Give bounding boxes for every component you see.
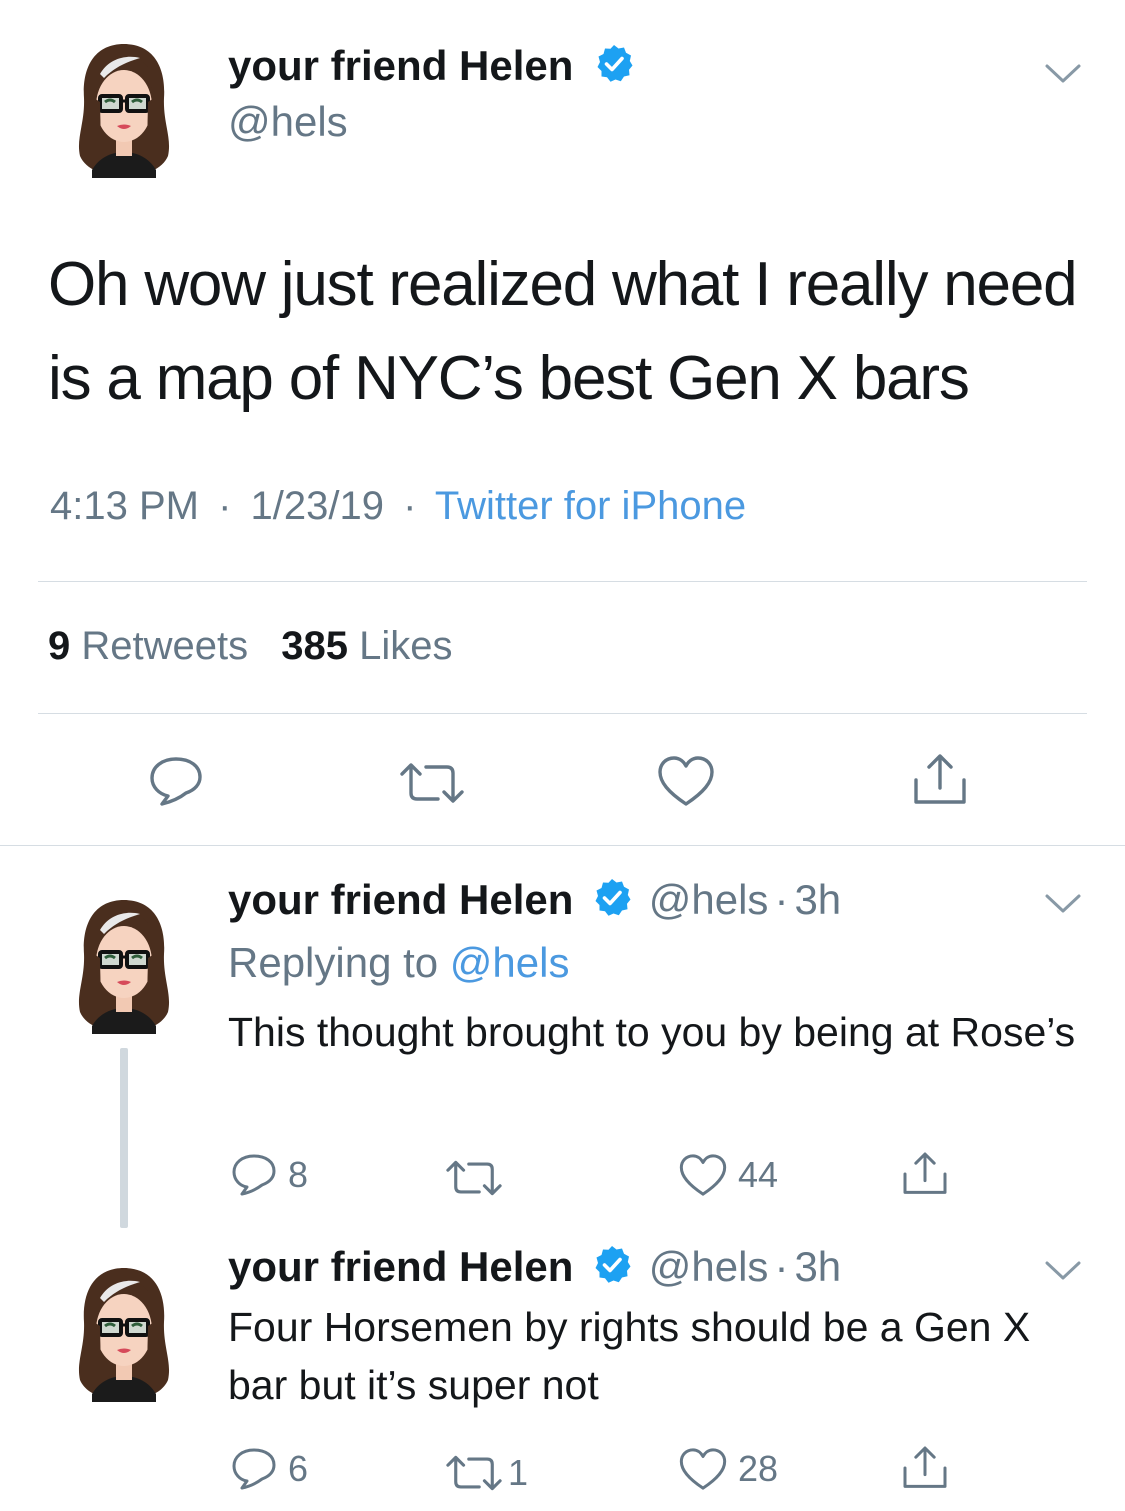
tweet-time: 4:13 PM [50, 484, 199, 528]
retweet-icon [446, 1160, 502, 1196]
heart-icon [658, 756, 714, 806]
author-name[interactable]: your friend Helen [228, 876, 573, 923]
tweet-text: Oh wow just realized what I really need … [48, 250, 1078, 413]
retweet-button[interactable]: 1 [444, 1452, 528, 1494]
author-handle[interactable]: @hels [228, 98, 348, 146]
avatar[interactable] [70, 38, 178, 178]
chevron-down-icon[interactable] [1043, 1259, 1083, 1288]
tweet-text: This thought brought to you by being at … [228, 1009, 1076, 1055]
retweets-label: Retweets [81, 624, 249, 668]
meta-separator: · [218, 484, 232, 528]
replying-prefix: Replying to [228, 939, 439, 986]
tweet-stats: 9 Retweets 385 Likes [48, 624, 453, 669]
reply-header: your friend Helen @hels · 3h [228, 1243, 841, 1296]
replying-to: Replying to @hels [228, 939, 569, 987]
reply-button[interactable]: 6 [230, 1446, 308, 1492]
meta-separator: · [774, 1243, 789, 1290]
verified-badge-icon [591, 1244, 633, 1296]
heart-icon [679, 1448, 727, 1490]
heart-icon [679, 1154, 727, 1196]
verified-badge-icon [593, 43, 635, 95]
verified-badge-icon [591, 877, 633, 929]
like-button[interactable]: 28 [678, 1446, 778, 1492]
divider [38, 713, 1087, 714]
tweet-time[interactable]: 3h [794, 1243, 841, 1290]
replying-handle-link[interactable]: @hels [450, 939, 570, 986]
author-name[interactable]: your friend Helen [228, 42, 635, 95]
author-name-text[interactable]: your friend Helen [228, 42, 573, 89]
chevron-down-icon[interactable] [1043, 62, 1083, 91]
retweet-count: 1 [508, 1452, 529, 1493]
share-button[interactable] [900, 1150, 950, 1198]
reply-count: 8 [288, 1154, 309, 1195]
share-button[interactable] [910, 752, 970, 808]
retweet-button[interactable] [444, 1158, 514, 1198]
reply-count: 6 [288, 1448, 309, 1489]
tweet-time[interactable]: 3h [794, 876, 841, 923]
like-count: 28 [738, 1448, 779, 1489]
like-button[interactable]: 44 [678, 1152, 778, 1198]
reply-bubble-icon [150, 757, 202, 806]
tweet-meta: 4:13 PM · 1/23/19 · Twitter for iPhone [50, 484, 746, 529]
divider [38, 581, 1087, 582]
reply-bubble-icon [232, 1448, 276, 1490]
avatar[interactable] [70, 894, 178, 1034]
retweet-icon [400, 763, 464, 803]
tweet-date: 1/23/19 [250, 484, 385, 528]
avatar[interactable] [70, 1262, 178, 1402]
tweet-source-link[interactable]: Twitter for iPhone [435, 484, 746, 528]
divider [0, 845, 1125, 846]
reply-button[interactable] [148, 755, 204, 807]
likes-count: 385 [281, 624, 348, 668]
likes-stat[interactable]: 385 Likes [281, 624, 452, 668]
meta-separator: · [774, 876, 789, 923]
retweet-button[interactable] [398, 760, 466, 806]
retweets-stat[interactable]: 9 Retweets [48, 624, 248, 668]
retweets-count: 9 [48, 624, 71, 668]
like-button[interactable] [656, 754, 716, 808]
author-handle[interactable]: @hels [649, 876, 769, 923]
share-button[interactable] [900, 1444, 950, 1492]
like-count: 44 [738, 1154, 779, 1195]
reply-bubble-icon [232, 1154, 276, 1196]
chevron-down-icon[interactable] [1043, 892, 1083, 921]
share-icon [903, 1152, 947, 1194]
tweet-text: Four Horsemen by rights should be a Gen … [228, 1304, 1031, 1408]
author-handle[interactable]: @hels [649, 1243, 769, 1290]
share-icon [914, 754, 966, 804]
likes-label: Likes [359, 624, 453, 668]
author-name[interactable]: your friend Helen [228, 1243, 573, 1290]
meta-separator: · [403, 484, 417, 528]
reply-header: your friend Helen @hels · 3h [228, 876, 841, 929]
share-icon [903, 1446, 947, 1488]
reply-button[interactable]: 8 [230, 1152, 308, 1198]
thread-connector-line [120, 1048, 128, 1228]
retweet-icon [446, 1455, 502, 1491]
